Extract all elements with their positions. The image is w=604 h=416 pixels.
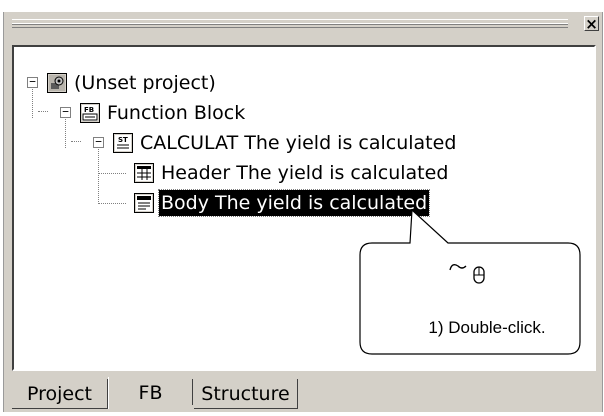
view-tabs: Project FB Structure (12, 377, 596, 409)
tree-node-function-block[interactable]: − FB Function Block (14, 100, 314, 126)
tree-node-label: Function Block (107, 102, 246, 124)
tab-structure[interactable]: Structure (194, 379, 298, 409)
st-program-icon: ST (113, 133, 133, 153)
tab-fb[interactable]: FB (108, 377, 192, 409)
body-icon (134, 193, 154, 213)
callout-text: 1) Double-click. (428, 318, 546, 337)
tree-node-body[interactable]: Body The yield is calculated (14, 189, 484, 217)
project-window: × − (Unset project) − FB Function Block (3, 12, 603, 412)
tab-project[interactable]: Project (12, 379, 108, 409)
tree-node-label: CALCULAT The yield is calculated (140, 132, 457, 154)
header-icon (134, 163, 154, 183)
close-button[interactable]: × (584, 16, 599, 32)
tree-node-calculat[interactable]: − ST CALCULAT The yield is calculated (14, 130, 484, 156)
title-grip[interactable] (12, 19, 568, 28)
tree-node-label-selected: Body The yield is calculated (157, 189, 431, 217)
svg-text:ST: ST (118, 136, 128, 144)
fb-folder-icon: FB (80, 103, 100, 123)
tree-node-label: Header The yield is calculated (161, 162, 449, 184)
collapse-icon[interactable]: − (27, 76, 38, 88)
tab-divider (192, 379, 193, 405)
collapse-icon[interactable]: − (60, 106, 71, 118)
project-icon (47, 73, 67, 93)
tree-node-header[interactable]: Header The yield is calculated (14, 160, 484, 186)
tree-node-project[interactable]: − (Unset project) (14, 70, 314, 96)
svg-text:FB: FB (84, 106, 94, 114)
tree-node-label: (Unset project) (74, 72, 216, 94)
collapse-icon[interactable]: − (93, 136, 104, 148)
